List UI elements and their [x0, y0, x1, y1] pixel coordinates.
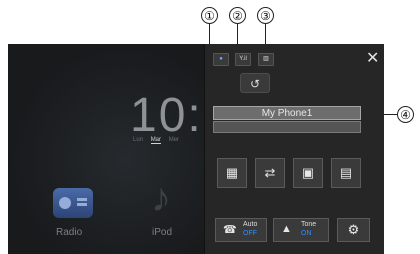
callout-1: ① [201, 7, 218, 24]
bluetooth-icon: ● [213, 53, 229, 66]
day-wed: Mer [168, 137, 180, 143]
recent-calls-button[interactable]: ↺ [240, 73, 270, 93]
radio-icon[interactable] [53, 188, 93, 218]
ring-tone-value: ON [301, 230, 312, 237]
day-mon: Lun [133, 137, 144, 143]
phone-panel: ● Y.il ▥ ✕ ↺ My Phone1 ▦ ⇄ ▣ ▤ ☎ Auto OF… [204, 44, 384, 254]
list-button[interactable]: ▤ [331, 158, 361, 188]
phonebook-icon: ▣ [301, 165, 315, 180]
callout-4: ④ [397, 106, 414, 123]
handset-icon: ☎ [223, 224, 237, 236]
ipod-label: iPod [152, 227, 173, 238]
call-transfer-button[interactable]: ⇄ [255, 158, 285, 188]
transfer-icon: ⇄ [264, 165, 276, 180]
callout-3: ③ [257, 7, 274, 24]
head-unit-screen: 10: Lun Mar Mer Radio ♪ iPod ● Y.il ▥ ✕ … [8, 44, 384, 254]
home-background: 10: Lun Mar Mer Radio ♪ iPod [8, 44, 204, 254]
keypad-icon: ▦ [225, 165, 239, 180]
callout-2: ② [229, 7, 246, 24]
close-icon[interactable]: ✕ [366, 48, 379, 67]
settings-button[interactable]: ⚙ [337, 218, 370, 242]
ring-tone-label: Tone [301, 221, 317, 228]
gear-icon: ⚙ [347, 222, 360, 237]
list-icon: ▤ [339, 165, 353, 180]
device-name-field[interactable]: My Phone1 [213, 106, 361, 120]
day-tue: Mar [150, 137, 162, 144]
auto-answer-button[interactable]: ☎ Auto OFF [215, 218, 267, 242]
device-subfield [213, 121, 361, 133]
phonebook-button[interactable]: ▣ [293, 158, 323, 188]
auto-answer-label: Auto [243, 221, 258, 228]
history-icon: ↺ [249, 77, 261, 91]
radio-label: Radio [56, 227, 83, 238]
clock: 10: [130, 89, 203, 142]
signal-icon: Y.il [235, 53, 251, 66]
battery-icon: ▥ [258, 53, 274, 66]
music-note-icon[interactable]: ♪ [151, 176, 171, 221]
bell-icon: ▲ [281, 223, 292, 235]
keypad-button[interactable]: ▦ [217, 158, 247, 188]
auto-answer-value: OFF [243, 230, 257, 237]
ring-tone-button[interactable]: ▲ Tone ON [273, 218, 329, 242]
day-indicator: Lun Mar Mer [133, 137, 213, 144]
